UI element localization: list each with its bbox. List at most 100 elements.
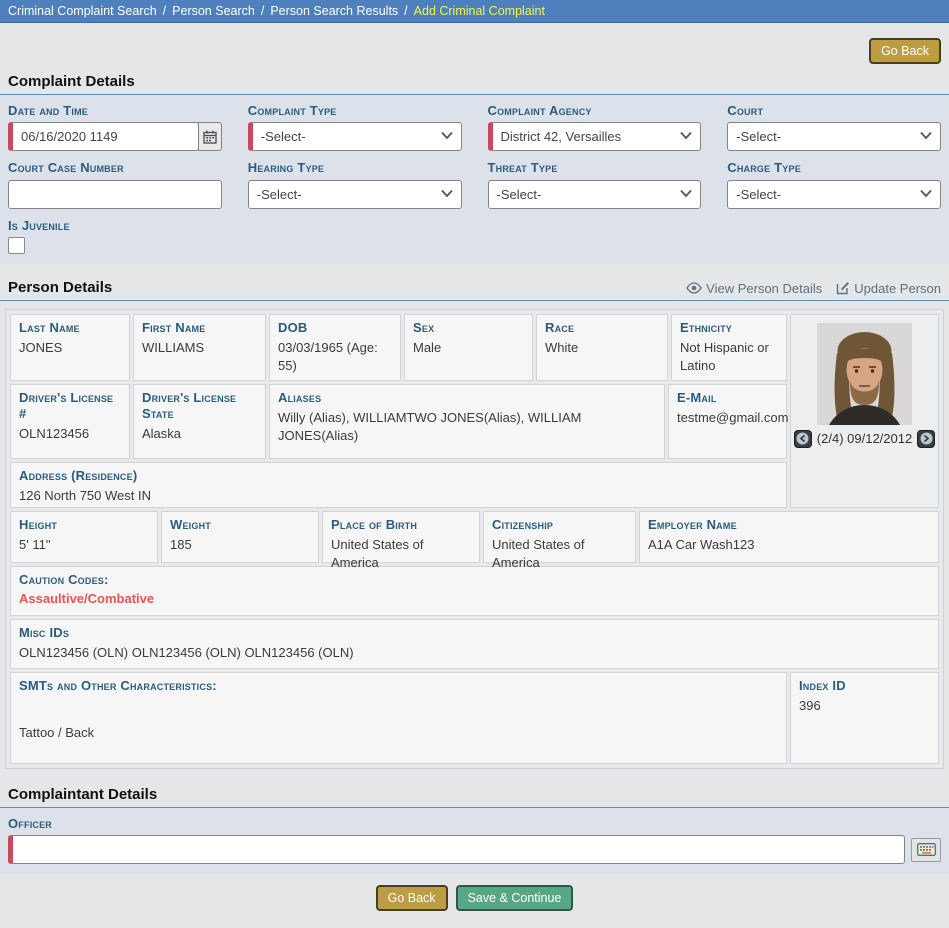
complaint-agency-select[interactable]: District 42, Versailles: [488, 122, 702, 151]
citizenship-cell: Citizenship United States of America: [483, 511, 636, 563]
index-id-value: 396: [799, 697, 930, 715]
sex-value: Male: [413, 339, 524, 357]
calendar-icon: [203, 130, 217, 144]
is-juvenile-checkbox[interactable]: [8, 237, 25, 254]
charge-type-select[interactable]: -Select-: [727, 180, 941, 209]
aliases-cell: Aliases Willy (Alias), WILLIAMTWO JONES(…: [269, 384, 665, 459]
employer-name-cell: Employer Name A1A Car Wash123: [639, 511, 939, 563]
citizenship-value: United States of America: [492, 536, 627, 571]
arrow-right-icon: [920, 432, 933, 445]
caution-codes-cell: Caution Codes: Assaultive/Combative: [10, 566, 939, 616]
complaintant-details-title: Complaintant Details: [0, 781, 949, 808]
photo-next-button[interactable]: [917, 430, 935, 448]
breadcrumb-current-page: Add Criminal Complaint: [414, 4, 545, 18]
sex-cell: Sex Male: [404, 314, 533, 381]
person-photo-panel: (2/4) 09/12/2012: [790, 314, 939, 508]
complaint-details-panel: Date and Time: [0, 95, 949, 264]
ethnicity-cell: Ethnicity Not Hispanic or Latino: [671, 314, 787, 381]
officer-input[interactable]: [8, 835, 905, 864]
complaintant-details-panel: Officer: [0, 808, 949, 874]
address-cell: Address (Residence) 126 North 750 West I…: [10, 462, 787, 508]
place-of-birth-cell: Place of Birth United States of America: [322, 511, 480, 563]
address-value: 126 North 750 West IN: [19, 487, 778, 505]
race-value: White: [545, 339, 659, 357]
dob-cell: DOB 03/03/1965 (Age: 55): [269, 314, 401, 381]
breadcrumb-link-person-search[interactable]: Person Search: [172, 4, 255, 18]
smts-value: Tattoo / Back: [19, 724, 778, 742]
email-cell: E-Mail testme@gmail.com: [668, 384, 787, 459]
drivers-license-value: OLN123456: [19, 425, 121, 443]
field-complaint-type: Complaint Type -Select-: [248, 103, 462, 151]
threat-type-select[interactable]: -Select-: [488, 180, 702, 209]
photo-previous-button[interactable]: [794, 430, 812, 448]
race-cell: Race White: [536, 314, 668, 381]
eye-icon: [686, 282, 702, 294]
save-and-continue-button[interactable]: Save & Continue: [456, 885, 574, 911]
breadcrumb: Criminal Complaint Search / Person Searc…: [0, 0, 949, 23]
height-cell: Height 5' 11": [10, 511, 158, 563]
email-value: testme@gmail.com: [677, 409, 778, 427]
field-date-and-time: Date and Time: [8, 103, 222, 151]
edit-icon: [836, 281, 850, 295]
breadcrumb-separator: /: [163, 4, 166, 18]
person-details-title-text: Person Details: [8, 279, 112, 296]
is-juvenile-label: Is Juvenile: [8, 218, 941, 234]
weight-value: 185: [170, 536, 310, 554]
breadcrumb-link-criminal-complaint-search[interactable]: Criminal Complaint Search: [8, 4, 157, 18]
field-court: Court -Select-: [727, 103, 941, 151]
person-details-table: Last Name JONES First Name WILLIAMS DOB …: [5, 309, 944, 769]
aliases-value: Willy (Alias), WILLIAMTWO JONES(Alias), …: [278, 409, 656, 444]
breadcrumb-link-person-search-results[interactable]: Person Search Results: [270, 4, 398, 18]
index-id-cell: Index ID 396: [790, 672, 939, 764]
breadcrumb-separator: /: [404, 4, 407, 18]
complaint-agency-label: Complaint Agency: [488, 103, 702, 119]
drivers-license-state-value: Alaska: [142, 425, 257, 443]
place-of-birth-value: United States of America: [331, 536, 471, 571]
misc-ids-cell: Misc IDs OLN123456 (OLN) OLN123456 (OLN)…: [10, 619, 939, 669]
employer-name-value: A1A Car Wash123: [648, 536, 930, 554]
last-name-value: JONES: [19, 339, 121, 357]
dob-value: 03/03/1965 (Age: 55): [278, 339, 392, 374]
first-name-cell: First Name WILLIAMS: [133, 314, 266, 381]
mugshot-photo: [817, 323, 912, 425]
hearing-type-select[interactable]: -Select-: [248, 180, 462, 209]
court-case-number-label: Court Case Number: [8, 160, 222, 176]
smts-cell: SMTs and Other Characteristics: Tattoo /…: [10, 672, 787, 764]
drivers-license-cell: Driver's License # OLN123456: [10, 384, 130, 459]
date-and-time-input[interactable]: [8, 122, 199, 151]
hearing-type-label: Hearing Type: [248, 160, 462, 176]
field-threat-type: Threat Type -Select-: [488, 160, 702, 208]
arrow-left-icon: [796, 432, 809, 445]
threat-type-label: Threat Type: [488, 160, 702, 176]
drivers-license-state-cell: Driver's License State Alaska: [133, 384, 266, 459]
court-label: Court: [727, 103, 941, 119]
field-court-case-number: Court Case Number: [8, 160, 222, 208]
keyboard-icon: [917, 843, 936, 856]
court-case-number-input[interactable]: [8, 180, 222, 209]
charge-type-label: Charge Type: [727, 160, 941, 176]
field-complaint-agency: Complaint Agency District 42, Versailles: [488, 103, 702, 151]
complaint-details-title: Complaint Details: [0, 68, 949, 95]
height-value: 5' 11": [19, 536, 149, 554]
person-details-title: Person Details View Person Details Updat…: [0, 274, 949, 301]
complaintant-details-title-text: Complaintant Details: [8, 786, 157, 803]
officer-label: Officer: [8, 816, 941, 832]
field-charge-type: Charge Type -Select-: [727, 160, 941, 208]
calendar-button[interactable]: [198, 122, 222, 151]
virtual-keyboard-button[interactable]: [911, 838, 941, 862]
complaint-type-select[interactable]: -Select-: [248, 122, 462, 151]
go-back-button-top[interactable]: Go Back: [869, 38, 941, 64]
view-person-details-link[interactable]: View Person Details: [686, 281, 822, 296]
misc-ids-value: OLN123456 (OLN) OLN123456 (OLN) OLN12345…: [19, 644, 930, 662]
photo-caption: (2/4) 09/12/2012: [817, 431, 912, 446]
go-back-button-bottom[interactable]: Go Back: [376, 885, 448, 911]
date-and-time-label: Date and Time: [8, 103, 222, 119]
field-is-juvenile: Is Juvenile: [8, 218, 941, 254]
court-select[interactable]: -Select-: [727, 122, 941, 151]
field-hearing-type: Hearing Type -Select-: [248, 160, 462, 208]
last-name-cell: Last Name JONES: [10, 314, 130, 381]
first-name-value: WILLIAMS: [142, 339, 257, 357]
complaint-type-label: Complaint Type: [248, 103, 462, 119]
update-person-link[interactable]: Update Person: [836, 281, 941, 296]
caution-codes-value: Assaultive/Combative: [19, 591, 930, 606]
